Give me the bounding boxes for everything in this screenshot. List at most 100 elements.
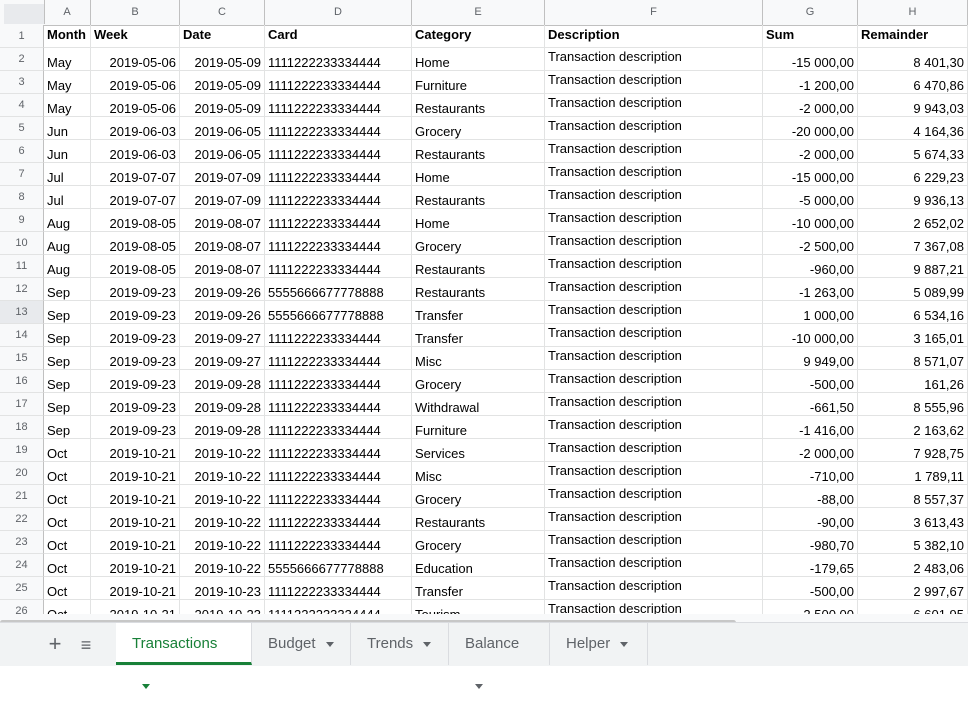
row-number[interactable]: 1: [0, 25, 44, 48]
cell-card[interactable]: 1111222233334444: [265, 393, 412, 416]
cell-month[interactable]: Aug: [44, 209, 91, 232]
cell-card[interactable]: 5555666677778888: [265, 301, 412, 324]
cell-week[interactable]: 2019-07-07: [91, 186, 180, 209]
cell-card[interactable]: 1111222233334444: [265, 347, 412, 370]
row-number[interactable]: 19: [0, 439, 44, 462]
cell-week[interactable]: 2019-05-06: [91, 48, 180, 71]
cell-sum[interactable]: -5 000,00: [763, 186, 858, 209]
cell-month[interactable]: Aug: [44, 255, 91, 278]
cell-description[interactable]: Transaction description: [545, 301, 763, 324]
cell-category[interactable]: Restaurants: [412, 508, 545, 531]
cell-sum[interactable]: -500,00: [763, 370, 858, 393]
cell-category[interactable]: Grocery: [412, 531, 545, 554]
cell-month[interactable]: Sep: [44, 278, 91, 301]
cell-description[interactable]: Transaction description: [545, 278, 763, 301]
cell-remainder[interactable]: 5 089,99: [858, 278, 968, 301]
cell-sum[interactable]: -10 000,00: [763, 324, 858, 347]
cell-category[interactable]: Misc: [412, 347, 545, 370]
select-all-corner[interactable]: [0, 0, 45, 24]
cell-sum[interactable]: -88,00: [763, 485, 858, 508]
cell-description[interactable]: Transaction description: [545, 462, 763, 485]
row-number[interactable]: 12: [0, 278, 44, 301]
cell-week[interactable]: 2019-10-21: [91, 508, 180, 531]
cell-description[interactable]: Transaction description: [545, 554, 763, 577]
plus-icon[interactable]: +: [43, 633, 67, 657]
cell-week[interactable]: 2019-10-21: [91, 462, 180, 485]
row-number[interactable]: 6: [0, 140, 44, 163]
cell-date[interactable]: 2019-06-05: [180, 117, 265, 140]
cell-category[interactable]: Restaurants: [412, 186, 545, 209]
row-number[interactable]: 11: [0, 255, 44, 278]
cell-sum[interactable]: -15 000,00: [763, 163, 858, 186]
cell-description[interactable]: Transaction description: [545, 393, 763, 416]
row-number[interactable]: 9: [0, 209, 44, 232]
cell-remainder[interactable]: 8 401,30: [858, 48, 968, 71]
cell-description[interactable]: Transaction description: [545, 71, 763, 94]
cell-date[interactable]: 2019-10-22: [180, 531, 265, 554]
cell-sum[interactable]: 1 000,00: [763, 301, 858, 324]
cell-week[interactable]: 2019-06-03: [91, 117, 180, 140]
header-cell-category[interactable]: Category: [412, 25, 545, 48]
row-number[interactable]: 17: [0, 393, 44, 416]
row-number[interactable]: 16: [0, 370, 44, 393]
cell-date[interactable]: 2019-10-22: [180, 554, 265, 577]
row-number[interactable]: 21: [0, 485, 44, 508]
cell-description[interactable]: Transaction description: [545, 577, 763, 600]
cell-week[interactable]: 2019-08-05: [91, 232, 180, 255]
column-header-d[interactable]: D: [265, 0, 412, 25]
cell-sum[interactable]: 9 949,00: [763, 347, 858, 370]
cell-week[interactable]: 2019-09-23: [91, 278, 180, 301]
cell-week[interactable]: 2019-09-23: [91, 370, 180, 393]
cell-remainder[interactable]: 2 652,02: [858, 209, 968, 232]
cell-category[interactable]: Transfer: [412, 301, 545, 324]
cell-month[interactable]: May: [44, 48, 91, 71]
cell-description[interactable]: Transaction description: [545, 48, 763, 71]
cell-month[interactable]: Oct: [44, 577, 91, 600]
cell-sum[interactable]: -661,50: [763, 393, 858, 416]
cell-card[interactable]: 1111222233334444: [265, 577, 412, 600]
cell-remainder[interactable]: 4 164,36: [858, 117, 968, 140]
header-cell-remainder[interactable]: Remainder: [858, 25, 968, 48]
cell-card[interactable]: 1111222233334444: [265, 186, 412, 209]
cell-sum[interactable]: -10 000,00: [763, 209, 858, 232]
cell-date[interactable]: 2019-09-28: [180, 416, 265, 439]
cell-sum[interactable]: -90,00: [763, 508, 858, 531]
cell-remainder[interactable]: 161,26: [858, 370, 968, 393]
cell-remainder[interactable]: 9 943,03: [858, 94, 968, 117]
tab-trends[interactable]: Trends: [351, 623, 449, 665]
cell-date[interactable]: 2019-09-26: [180, 301, 265, 324]
cell-sum[interactable]: -2 000,00: [763, 140, 858, 163]
cell-date[interactable]: 2019-05-09: [180, 48, 265, 71]
cell-month[interactable]: Jul: [44, 186, 91, 209]
row-number[interactable]: 14: [0, 324, 44, 347]
cell-date[interactable]: 2019-10-22: [180, 439, 265, 462]
cell-date[interactable]: 2019-08-07: [180, 255, 265, 278]
cell-remainder[interactable]: 2 997,67: [858, 577, 968, 600]
cell-remainder[interactable]: 2 163,62: [858, 416, 968, 439]
cell-card[interactable]: 1111222233334444: [265, 232, 412, 255]
cell-date[interactable]: 2019-08-07: [180, 232, 265, 255]
column-header-e[interactable]: E: [412, 0, 545, 25]
cell-category[interactable]: Home: [412, 209, 545, 232]
row-number[interactable]: 8: [0, 186, 44, 209]
cell-sum[interactable]: -179,65: [763, 554, 858, 577]
cell-category[interactable]: Furniture: [412, 71, 545, 94]
row-number[interactable]: 22: [0, 508, 44, 531]
cell-month[interactable]: Jun: [44, 117, 91, 140]
cell-card[interactable]: 1111222233334444: [265, 140, 412, 163]
cell-remainder[interactable]: 8 557,37: [858, 485, 968, 508]
cell-week[interactable]: 2019-09-23: [91, 393, 180, 416]
cell-sum[interactable]: -1 263,00: [763, 278, 858, 301]
cell-date[interactable]: 2019-07-09: [180, 163, 265, 186]
cell-date[interactable]: 2019-07-09: [180, 186, 265, 209]
cell-remainder[interactable]: 3 165,01: [858, 324, 968, 347]
row-number[interactable]: 13: [0, 301, 44, 324]
row-number[interactable]: 5: [0, 117, 44, 140]
cell-remainder[interactable]: 3 613,43: [858, 508, 968, 531]
column-header-b[interactable]: B: [91, 0, 180, 25]
header-cell-card[interactable]: Card: [265, 25, 412, 48]
cell-week[interactable]: 2019-05-06: [91, 71, 180, 94]
cell-week[interactable]: 2019-09-23: [91, 347, 180, 370]
column-header-a[interactable]: A: [44, 0, 91, 25]
cell-card[interactable]: 5555666677778888: [265, 278, 412, 301]
